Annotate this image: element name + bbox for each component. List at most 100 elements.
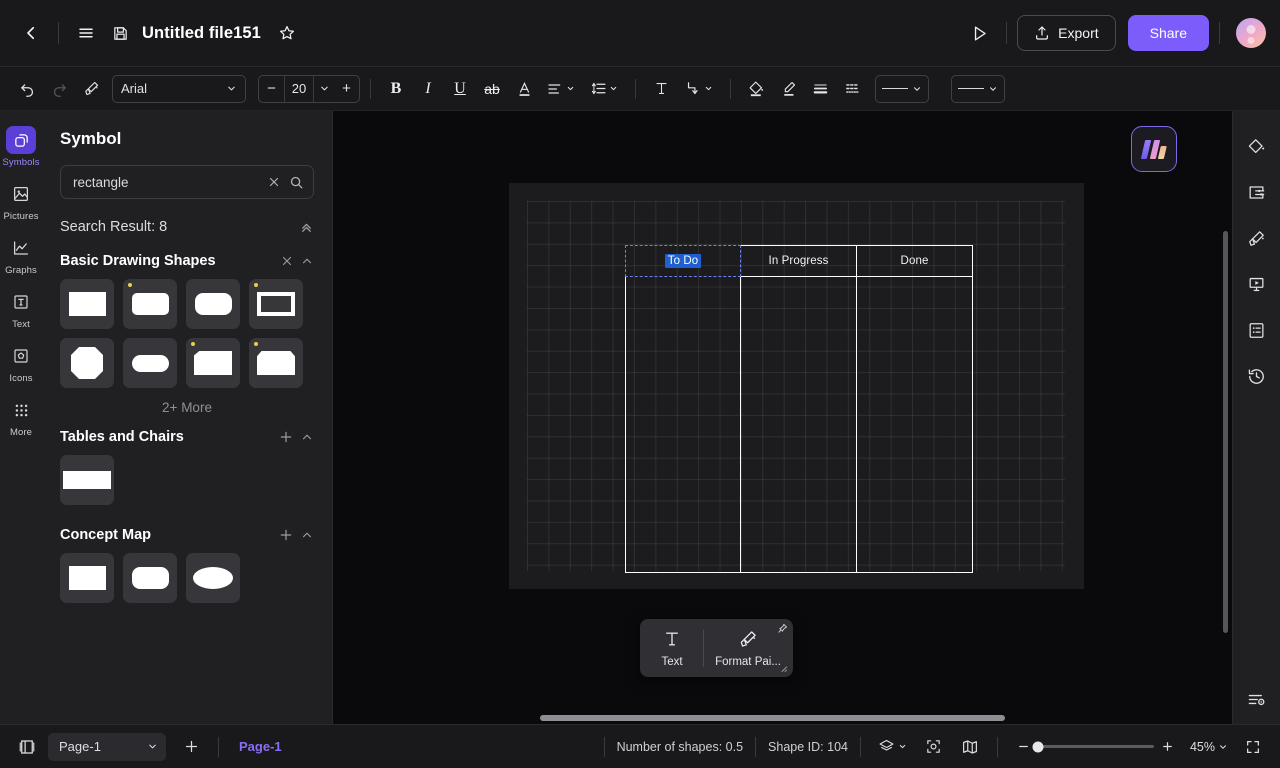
kanban-column-todo[interactable]: To Do (625, 245, 741, 573)
canvas-settings-icon[interactable] (1241, 177, 1273, 207)
settings-view-icon[interactable] (1241, 684, 1273, 714)
font-size-increase-button[interactable]: + (334, 76, 359, 102)
kanban-body-cell[interactable] (857, 277, 973, 573)
style-pen-icon[interactable] (1241, 223, 1273, 253)
export-button[interactable]: Export (1017, 15, 1116, 51)
pin-icon[interactable] (777, 623, 788, 634)
shape-frame-rectangle[interactable] (249, 279, 303, 329)
shape-concept-rectangle[interactable] (60, 553, 114, 603)
search-icon[interactable] (289, 175, 304, 190)
zoom-slider[interactable] (1014, 737, 1178, 757)
canvas-vertical-scrollbar[interactable] (1223, 231, 1228, 633)
font-size-dropdown-button[interactable] (314, 83, 334, 94)
zoom-track[interactable] (1032, 741, 1154, 752)
fullscreen-button[interactable] (1238, 732, 1268, 762)
kanban-header-cell[interactable]: In Progress (741, 245, 857, 277)
focus-button[interactable] (919, 732, 949, 762)
italic-button[interactable]: I (413, 74, 443, 104)
align-button[interactable] (541, 74, 581, 104)
page-select[interactable]: Page-1 (48, 732, 166, 761)
line-style-select-2[interactable] (951, 74, 1005, 103)
favorite-star-icon[interactable] (270, 16, 304, 50)
canvas-area[interactable]: To Do In Progress Done Text Format Pai..… (333, 111, 1232, 724)
undo-button[interactable] (12, 74, 42, 104)
sidebar-item-icons[interactable]: Icons (0, 337, 42, 387)
underline-button[interactable]: U (445, 74, 475, 104)
shape-note[interactable] (186, 338, 240, 388)
section-collapse-icon[interactable] (300, 430, 314, 444)
line-color-button[interactable] (773, 74, 803, 104)
sidebar-item-more[interactable]: More (0, 391, 42, 441)
page-panel-toggle-icon[interactable] (12, 732, 42, 762)
line-style-select-1[interactable] (875, 74, 929, 103)
present-button[interactable] (962, 16, 996, 50)
kanban-body-cell[interactable] (741, 277, 857, 573)
sidebar-item-symbols[interactable]: Symbols (0, 121, 42, 171)
sidebar-item-text[interactable]: Text (0, 283, 42, 333)
share-button[interactable]: Share (1127, 15, 1209, 51)
section-collapse-icon[interactable] (300, 528, 314, 542)
clear-icon[interactable] (267, 175, 281, 189)
save-icon[interactable] (103, 16, 137, 50)
kanban-header-cell[interactable]: To Do (625, 245, 741, 277)
shape-concept-rounded-rectangle[interactable] (123, 553, 177, 603)
user-avatar[interactable] (1236, 18, 1266, 48)
kanban-table[interactable]: To Do In Progress Done (625, 245, 973, 573)
shape-table-rectangle[interactable] (60, 455, 114, 505)
line-spacing-button[interactable] (583, 74, 625, 104)
zoom-out-button[interactable] (1014, 737, 1034, 757)
page-tab-page-1[interactable]: Page-1 (231, 735, 290, 758)
canvas-horizontal-scrollbar[interactable] (540, 715, 1005, 721)
resize-handle[interactable] (779, 664, 788, 673)
presentation-icon[interactable] (1241, 269, 1273, 299)
notes-icon[interactable] (1241, 315, 1273, 345)
symbol-search-box[interactable]: rectangle (60, 165, 314, 199)
menu-button[interactable] (69, 16, 103, 50)
show-more-shapes-button[interactable]: 2+ More (60, 400, 314, 415)
history-icon[interactable] (1241, 361, 1273, 391)
shape-pill[interactable] (123, 338, 177, 388)
shape-cut-corner-rectangle[interactable] (249, 338, 303, 388)
zoom-in-button[interactable] (1158, 737, 1178, 757)
section-close-icon[interactable] (280, 254, 294, 268)
document-title[interactable]: Untitled file151 (142, 24, 261, 43)
add-page-button[interactable] (176, 732, 206, 762)
zoom-knob[interactable] (1032, 741, 1044, 752)
kanban-body-cell[interactable] (625, 277, 741, 573)
canvas-page[interactable]: To Do In Progress Done (509, 183, 1084, 589)
layers-button[interactable] (873, 732, 913, 762)
bold-button[interactable]: B (381, 74, 411, 104)
shape-concept-ellipse[interactable] (186, 553, 240, 603)
strikethrough-button[interactable]: ab (477, 74, 507, 104)
font-family-select[interactable]: Arial (112, 74, 246, 103)
text-box-button[interactable] (646, 74, 676, 104)
kanban-column-done[interactable]: Done (857, 245, 973, 573)
section-add-icon[interactable] (278, 527, 294, 543)
shape-rectangle[interactable] (60, 279, 114, 329)
back-button[interactable] (14, 16, 48, 50)
kanban-column-in-progress[interactable]: In Progress (741, 245, 857, 573)
mini-text-button[interactable]: Text (644, 626, 700, 671)
sidebar-item-pictures[interactable]: Pictures (0, 175, 42, 225)
shape-rounded-rectangle-large[interactable] (186, 279, 240, 329)
section-collapse-icon[interactable] (300, 254, 314, 268)
line-weight-button[interactable] (805, 74, 835, 104)
fill-color-button[interactable] (741, 74, 771, 104)
shape-octagon[interactable] (60, 338, 114, 388)
font-size-value[interactable]: 20 (284, 75, 314, 102)
shape-rounded-rectangle[interactable] (123, 279, 177, 329)
line-dash-button[interactable] (837, 74, 867, 104)
theme-fill-icon[interactable] (1241, 131, 1273, 161)
font-color-button[interactable] (509, 74, 539, 104)
redo-button[interactable] (44, 74, 74, 104)
section-add-icon[interactable] (278, 429, 294, 445)
minimap-button[interactable] (955, 732, 985, 762)
format-painter-button[interactable] (76, 74, 106, 104)
connector-button[interactable] (678, 74, 720, 104)
search-input[interactable]: rectangle (73, 175, 259, 190)
collapse-all-icon[interactable] (299, 220, 314, 235)
sidebar-item-graphs[interactable]: Graphs (0, 229, 42, 279)
zoom-level-select[interactable]: 45% (1190, 740, 1228, 754)
kanban-header-cell[interactable]: Done (857, 245, 973, 277)
font-size-decrease-button[interactable]: − (259, 76, 284, 102)
